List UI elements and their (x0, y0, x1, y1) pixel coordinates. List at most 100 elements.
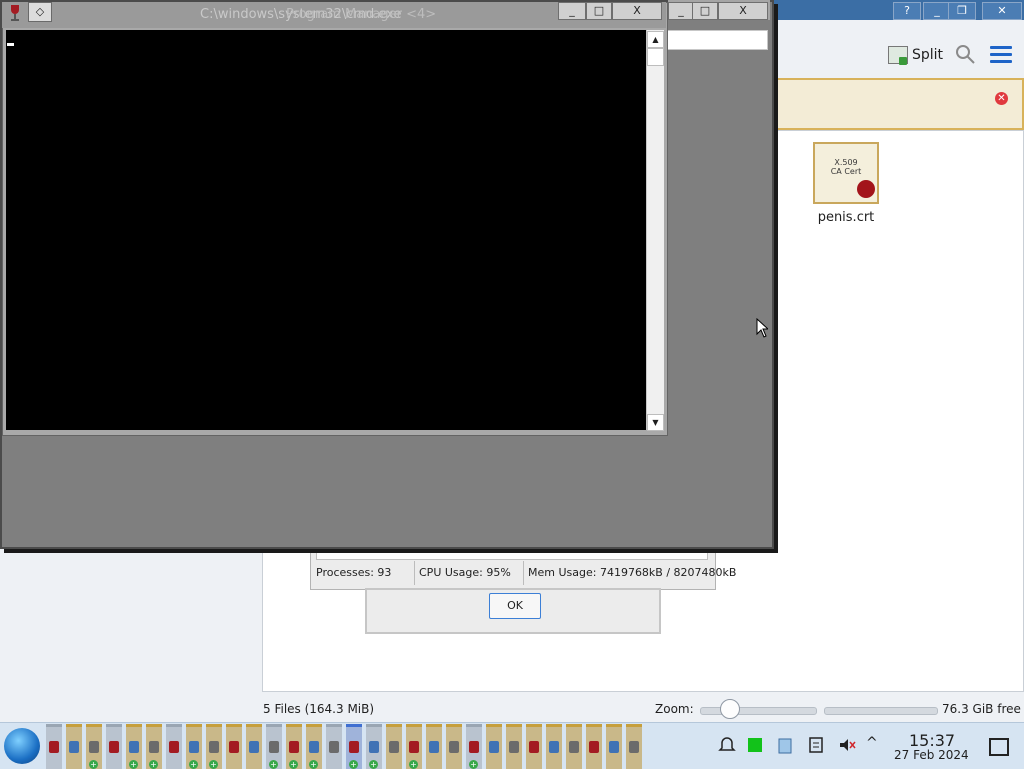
taskbar-task-button[interactable] (526, 724, 542, 769)
minimize-button[interactable]: _ (558, 2, 586, 20)
close-icon[interactable]: ✕ (995, 92, 1008, 105)
app-icon (309, 741, 319, 753)
app-icon (589, 741, 599, 753)
taskbar-task-button[interactable] (386, 724, 402, 769)
taskbar-task-button[interactable]: + (466, 724, 482, 769)
taskbar-task-button[interactable] (226, 724, 242, 769)
taskbar-task-button[interactable]: + (366, 724, 382, 769)
taskbar-task-button[interactable] (546, 724, 562, 769)
taskbar-task-button[interactable]: + (206, 724, 222, 769)
app-icon (569, 741, 579, 753)
taskbar-task-button[interactable] (106, 724, 122, 769)
app-icon (389, 741, 399, 753)
taskbar-task-button[interactable] (606, 724, 622, 769)
cpu-usage: CPU Usage: 95% (414, 561, 523, 585)
file-manager-titlebar[interactable]: ? _ ❐ ✕ (770, 0, 1024, 20)
taskbar-task-button[interactable]: + (286, 724, 302, 769)
file-name: penis.crt (817, 210, 875, 225)
taskbar-task-button[interactable]: + (86, 724, 102, 769)
wine-glass-icon (11, 5, 19, 21)
scroll-down-icon[interactable]: ▼ (647, 414, 664, 431)
info-banner (770, 78, 1024, 130)
app-icon (349, 741, 359, 753)
printer-icon[interactable] (808, 736, 824, 754)
taskbar-task-button[interactable] (586, 724, 602, 769)
app-icon (449, 741, 459, 753)
restore-button[interactable]: ❐ (948, 2, 976, 20)
system-menu-button[interactable]: ◇ (28, 2, 52, 22)
app-icon (369, 741, 379, 753)
outer-close-button[interactable]: X (718, 2, 768, 20)
taskbar-task-button[interactable] (326, 724, 342, 769)
scroll-up-icon[interactable]: ▲ (647, 31, 664, 48)
mem-usage: Mem Usage: 7419768kB / 8207480kB (523, 561, 736, 585)
vertical-scrollbar[interactable] (646, 30, 664, 430)
app-icon (109, 741, 119, 753)
start-menu-button[interactable] (4, 728, 40, 764)
taskbar-task-button[interactable] (486, 724, 502, 769)
app-icon (189, 741, 199, 753)
outer-maximize-button[interactable]: □ (692, 2, 718, 20)
app-icon (489, 741, 499, 753)
app-icon (529, 741, 539, 753)
volume-muted-icon[interactable] (838, 736, 856, 754)
clipboard-icon[interactable] (776, 736, 794, 754)
taskbar-task-button[interactable]: + (346, 724, 362, 769)
taskbar-task-button[interactable]: + (306, 724, 322, 769)
free-space-text: 76.3 GiB free (942, 702, 1021, 716)
search-icon[interactable] (955, 44, 975, 64)
hamburger-menu-icon[interactable] (990, 46, 1012, 63)
split-icon (888, 46, 908, 65)
app-icon (549, 741, 559, 753)
taskbar-task-button[interactable] (66, 724, 82, 769)
zoom-slider-thumb[interactable] (719, 699, 740, 719)
taskbar-task-button[interactable]: + (126, 724, 142, 769)
show-desktop-icon[interactable] (989, 738, 1009, 756)
free-space-bar (824, 707, 938, 715)
taskbar-task-button[interactable]: + (266, 724, 282, 769)
app-icon (209, 741, 219, 753)
app-icon (129, 741, 139, 753)
taskbar-task-button[interactable]: + (146, 724, 162, 769)
taskbar-task-button[interactable] (566, 724, 582, 769)
app-icon (69, 741, 79, 753)
taskbar-task-button[interactable] (46, 724, 62, 769)
zoom-slider[interactable] (700, 707, 817, 715)
notification-bell-icon[interactable] (718, 736, 736, 754)
scroll-thumb[interactable] (647, 48, 664, 66)
taskbar-task-button[interactable] (626, 724, 642, 769)
taskbar-task-button[interactable]: + (186, 724, 202, 769)
certificate-file-icon: X.509 CA Cert (813, 142, 879, 204)
split-button[interactable]: Split (888, 44, 946, 66)
taskbar-task-button[interactable] (446, 724, 462, 769)
mouse-pointer-icon (756, 318, 768, 338)
outer-minimize-button[interactable]: _ (668, 2, 694, 20)
zoom-label: Zoom: (655, 702, 694, 716)
close-button[interactable]: ✕ (982, 2, 1022, 20)
taskbar-task-button[interactable]: + (406, 724, 422, 769)
status-text: 5 Files (164.3 MiB) (263, 702, 375, 716)
minimize-button[interactable]: _ (923, 2, 951, 20)
help-button[interactable]: ? (893, 2, 921, 20)
close-button[interactable]: X (612, 2, 662, 20)
app-icon (269, 741, 279, 753)
taskbar-task-button[interactable] (166, 724, 182, 769)
taskbar-task-button[interactable] (246, 724, 262, 769)
status-indicator-icon[interactable] (748, 738, 762, 752)
task-manager-statusbar: Processes: 93 CPU Usage: 95% Mem Usage: … (312, 561, 736, 585)
app-icon (509, 741, 519, 753)
taskbar-task-button[interactable] (506, 724, 522, 769)
app-icon (229, 741, 239, 753)
ok-button[interactable]: OK (489, 593, 541, 619)
console-output[interactable] (6, 30, 646, 430)
clock-date[interactable]: 27 Feb 2024 (894, 748, 969, 762)
app-icon (149, 741, 159, 753)
tray-expand-chevron-icon[interactable]: ^ (866, 735, 880, 753)
address-field[interactable] (666, 30, 768, 50)
taskbar-task-button[interactable] (426, 724, 442, 769)
window-title-overlay: Program Manager <4> (286, 7, 437, 22)
app-icon (609, 741, 619, 753)
split-label: Split (912, 47, 944, 63)
file-item[interactable]: X.509 CA Cert penis.crt (812, 142, 880, 232)
maximize-button[interactable]: □ (586, 2, 612, 20)
